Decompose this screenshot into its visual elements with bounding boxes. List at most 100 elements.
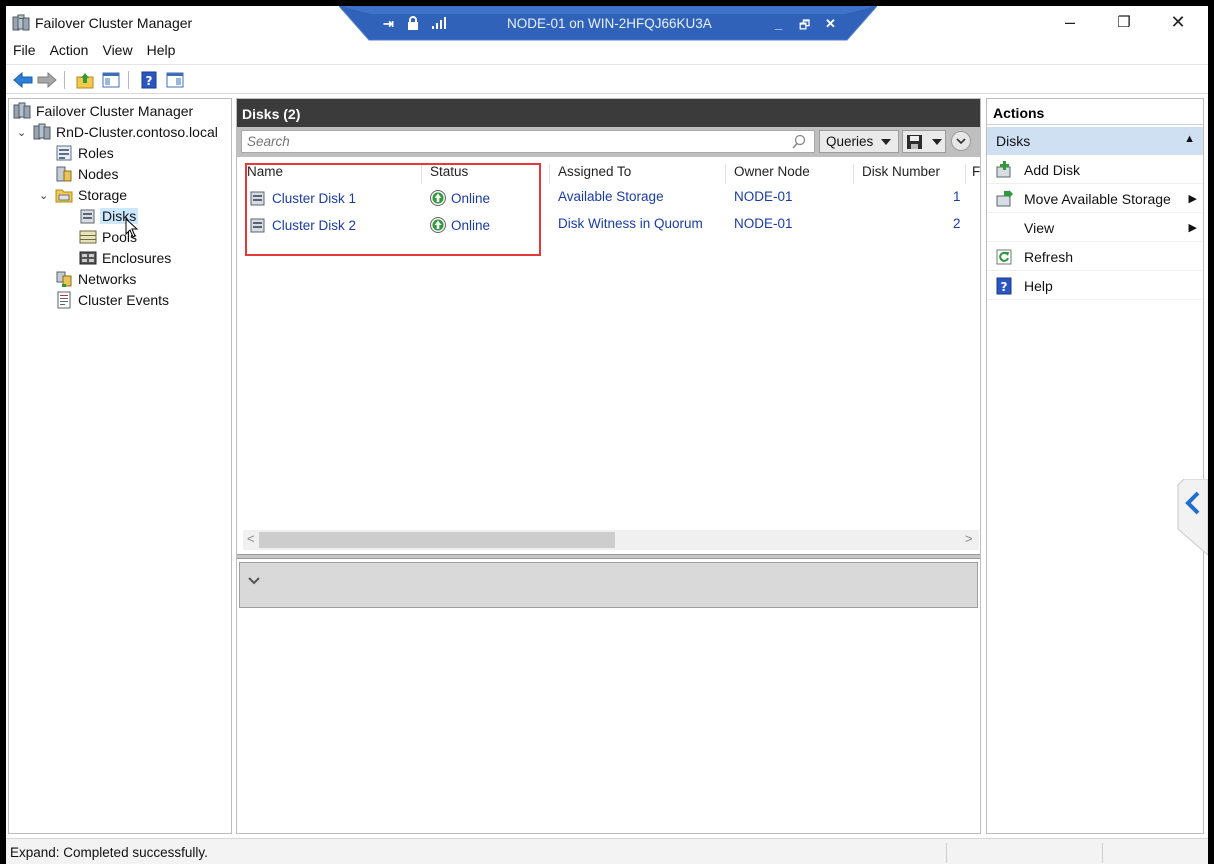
- scroll-left-icon[interactable]: <: [247, 531, 255, 546]
- search-bar: Queries: [237, 127, 980, 157]
- close-button[interactable]: ✕: [1154, 6, 1202, 38]
- actions-pane: Actions Disks ▲ Add Disk Move Available …: [986, 98, 1204, 834]
- action-help[interactable]: ? Help: [987, 272, 1203, 300]
- close-icon: ✕: [1170, 11, 1186, 32]
- menu-view[interactable]: View: [95, 38, 139, 62]
- disks-icon: [79, 207, 97, 225]
- rdp-minimize-button[interactable]: _: [775, 16, 782, 31]
- tree-item-networks[interactable]: Networks: [55, 268, 136, 289]
- tree-item-nodes[interactable]: Nodes: [55, 163, 118, 184]
- actions-section-label: Disks: [996, 133, 1031, 149]
- up-one-level-button[interactable]: [74, 69, 96, 91]
- pane-splitter[interactable]: [237, 554, 980, 559]
- tree-item-storage[interactable]: Storage: [55, 184, 127, 205]
- column-header-truncated[interactable]: F: [965, 164, 980, 184]
- tree-item-cluster-events[interactable]: Cluster Events: [55, 289, 169, 310]
- assigned-to: Disk Witness in Quorum: [558, 216, 703, 231]
- cluster-manager-icon: [13, 102, 31, 120]
- action-pane-icon: [166, 72, 184, 88]
- search-box: [241, 130, 815, 153]
- tree-item-enclosures[interactable]: Enclosures: [79, 247, 171, 268]
- console-tree: Failover Cluster Manager ⌄ RnD-Cluster.c…: [8, 98, 232, 834]
- menu-help[interactable]: Help: [140, 38, 183, 62]
- actions-section-disks[interactable]: Disks ▲: [987, 127, 1203, 155]
- back-arrow-icon: [13, 72, 33, 88]
- save-icon: [907, 134, 922, 149]
- menu-file[interactable]: File: [6, 38, 43, 62]
- side-collapse-tab[interactable]: [1176, 479, 1208, 557]
- submenu-arrow-icon: ▶: [1188, 193, 1197, 205]
- restore-icon: ❐: [1117, 14, 1131, 31]
- tree-item-cluster[interactable]: RnD-Cluster.contoso.local: [33, 121, 218, 142]
- cluster-icon: [33, 123, 51, 141]
- pools-icon: [79, 228, 97, 246]
- disk-number: 2: [953, 216, 961, 231]
- tree-label: Cluster Events: [78, 291, 170, 308]
- restore-button[interactable]: ❐: [1100, 6, 1148, 38]
- queries-dropdown[interactable]: Queries: [819, 130, 899, 153]
- action-label: Refresh: [1024, 248, 1074, 265]
- status-bar: Expand: Completed successfully.: [6, 838, 1208, 864]
- results-header: Disks (2): [237, 99, 980, 127]
- tree-label: Nodes: [78, 165, 119, 182]
- console-tree-icon: [102, 72, 120, 88]
- tree-label: Roles: [78, 144, 114, 161]
- action-add-disk[interactable]: Add Disk: [987, 156, 1203, 184]
- networks-icon: [55, 270, 73, 288]
- rdp-restore-button[interactable]: 🗗: [799, 16, 810, 37]
- tree-item-failover-cluster-manager[interactable]: Failover Cluster Manager: [13, 100, 193, 121]
- save-query-button[interactable]: [902, 130, 946, 153]
- forward-button[interactable]: [36, 69, 58, 91]
- move-storage-icon: [995, 189, 1013, 208]
- back-button[interactable]: [12, 69, 34, 91]
- menu-action[interactable]: Action: [43, 38, 96, 62]
- disk-number: 1: [953, 189, 961, 204]
- search-input[interactable]: [242, 131, 782, 152]
- tree-label: Enclosures: [102, 249, 172, 266]
- help-toolbar-button[interactable]: ?: [138, 69, 160, 91]
- show-hide-console-tree-button[interactable]: [100, 69, 122, 91]
- action-move-available-storage[interactable]: Move Available Storage ▶: [987, 185, 1203, 213]
- toolbar: ?: [6, 64, 1208, 94]
- help-book-icon: ?: [141, 71, 157, 89]
- toolbar-separator: [64, 71, 65, 89]
- column-header-assigned-to[interactable]: Assigned To: [549, 164, 725, 184]
- add-disk-icon: [995, 160, 1013, 179]
- assigned-to: Available Storage: [558, 189, 664, 204]
- rdp-close-button[interactable]: ✕: [825, 16, 836, 32]
- column-header-owner-node[interactable]: Owner Node: [725, 164, 853, 184]
- minimize-button[interactable]: –: [1046, 6, 1094, 38]
- forward-arrow-icon: [37, 72, 57, 88]
- status-divider: [946, 843, 947, 863]
- refresh-icon: [995, 248, 1013, 266]
- action-view[interactable]: View ▶: [987, 214, 1203, 242]
- roles-icon: [55, 144, 73, 162]
- show-hide-action-pane-button[interactable]: [164, 69, 186, 91]
- blank-icon: [995, 219, 1013, 237]
- window-title: Failover Cluster Manager: [35, 15, 193, 31]
- scrollbar-thumb[interactable]: [259, 532, 615, 548]
- tree-item-roles[interactable]: Roles: [55, 142, 114, 163]
- pin-icon[interactable]: ⇥: [383, 16, 394, 32]
- collapse-chevron-icon[interactable]: ⌄: [39, 189, 48, 202]
- collapse-chevron-icon[interactable]: ⌄: [17, 126, 26, 139]
- remote-desktop-connection-bar: ⇥ NODE-01 on WIN-2HFQJ66KU3A _ 🗗 ✕: [339, 6, 877, 42]
- svg-text:?: ?: [1001, 280, 1008, 294]
- search-icon[interactable]: [792, 134, 806, 150]
- status-divider: [1102, 843, 1103, 863]
- tree-label: Failover Cluster Manager: [36, 102, 194, 119]
- expand-chevron-icon[interactable]: [248, 577, 260, 585]
- queries-label: Queries: [826, 134, 874, 149]
- action-refresh[interactable]: Refresh: [987, 243, 1203, 271]
- tree-label: Storage: [78, 186, 128, 203]
- storage-folder-icon: [55, 186, 73, 204]
- folder-up-icon: [76, 73, 94, 89]
- menu-bar: File Action View Help: [6, 38, 1208, 62]
- scroll-right-icon[interactable]: >: [965, 531, 973, 546]
- details-pane: [239, 562, 978, 608]
- collapse-triangle-icon[interactable]: ▲: [1184, 133, 1195, 145]
- horizontal-scrollbar[interactable]: < >: [243, 530, 979, 550]
- app-window: Failover Cluster Manager – ❐ ✕ ⇥ NODE-01…: [6, 6, 1208, 864]
- column-header-disk-number[interactable]: Disk Number: [853, 164, 965, 184]
- collapse-search-button[interactable]: [951, 131, 971, 151]
